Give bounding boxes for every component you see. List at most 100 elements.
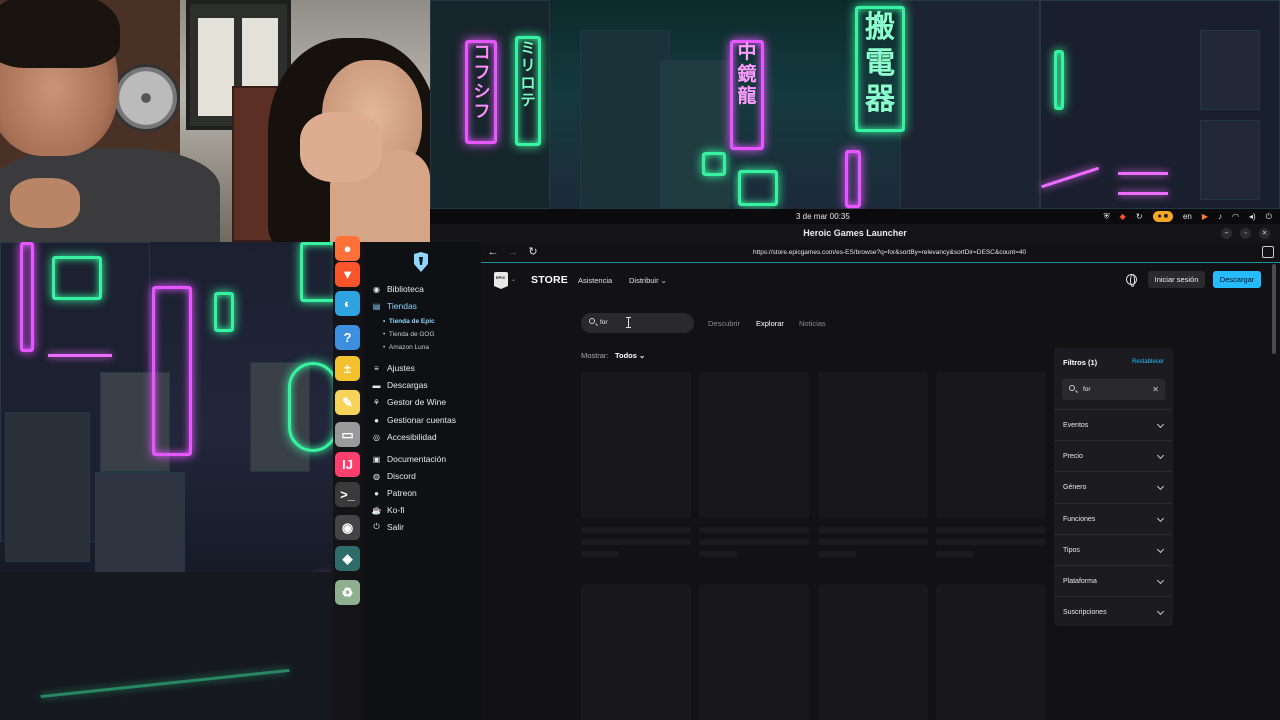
webcam-fan bbox=[112, 64, 180, 132]
shield-icon[interactable]: ⛨ bbox=[1104, 212, 1110, 222]
user-icon: ● bbox=[374, 415, 379, 425]
brave-icon[interactable]: ▼ bbox=[335, 262, 360, 287]
game-card-placeholder[interactable] bbox=[699, 372, 809, 519]
show-dropdown[interactable]: Todos ⌄ bbox=[615, 351, 645, 360]
store-link-0[interactable]: • Tienda de Epic bbox=[383, 318, 435, 325]
nav-distribute-link[interactable]: Distribuir ⌄ bbox=[629, 276, 667, 285]
heroic-icon[interactable]: ◆ bbox=[335, 546, 360, 571]
sidebar-item-salir[interactable]: ⏻ Salir bbox=[372, 520, 404, 534]
filter-row-suscripciones[interactable]: Suscripciones bbox=[1054, 596, 1173, 627]
store-link-2[interactable]: • Amazon Luna bbox=[383, 344, 429, 351]
mic-icon[interactable]: ♪ bbox=[1218, 212, 1222, 221]
store-link-1[interactable]: • Tienda de GOG bbox=[383, 331, 435, 338]
sidebar-item-gestor-de-wine[interactable]: ⚘ Gestor de Wine bbox=[372, 395, 446, 409]
search-value: for bbox=[600, 319, 608, 326]
sidebar-item-ko-fi[interactable]: ☕ Ko-fi bbox=[372, 503, 405, 517]
power-menu-icon[interactable]: ⏻ bbox=[1266, 212, 1272, 222]
recording-pill[interactable]: ● ■ bbox=[1152, 211, 1173, 222]
clear-icon[interactable]: ✕ bbox=[1152, 379, 1159, 400]
nav-support-link[interactable]: Asistencia bbox=[578, 276, 612, 285]
game-card-placeholder[interactable] bbox=[936, 372, 1046, 519]
forward-button[interactable]: → bbox=[506, 245, 520, 259]
maximize-button[interactable]: ▫ bbox=[1240, 228, 1251, 239]
trash-icon[interactable]: ♻ bbox=[335, 580, 360, 605]
terminal-icon[interactable]: >_ bbox=[335, 482, 360, 507]
power-icon: ⏻ bbox=[373, 522, 380, 531]
sidebar-item-label: Descargas bbox=[387, 380, 428, 390]
text-placeholder bbox=[581, 539, 691, 545]
sidebar-item-ajustes[interactable]: ≡ Ajustes bbox=[372, 361, 415, 375]
store-search-input[interactable]: for bbox=[581, 313, 694, 333]
game-card-placeholder[interactable] bbox=[581, 584, 691, 720]
system-top-bar: 3 de mar 00:35 ⛨ ◆ ↻ ● ■ en ▶ ♪ ◠ ◂) ⏻ bbox=[430, 209, 1280, 224]
obs-icon[interactable]: ◉ bbox=[335, 515, 360, 540]
filter-row-plataforma[interactable]: Plataforma bbox=[1054, 565, 1173, 596]
language-indicator[interactable]: en bbox=[1183, 212, 1192, 221]
files-icon[interactable]: ▭ bbox=[335, 422, 360, 447]
game-card-placeholder[interactable] bbox=[581, 372, 691, 519]
accessibility-icon: ◎ bbox=[373, 432, 380, 442]
wallpaper-left bbox=[0, 242, 333, 720]
brave-tray-icon[interactable]: ◆ bbox=[1120, 212, 1126, 221]
tab-discover[interactable]: Descubrir bbox=[708, 319, 740, 328]
filter-row-eventos[interactable]: Eventos bbox=[1054, 409, 1173, 440]
scrollbar[interactable] bbox=[1272, 264, 1276, 354]
globe-icon[interactable] bbox=[1126, 274, 1137, 287]
edge-icon[interactable]: ◐ bbox=[335, 291, 360, 316]
heroic-logo-icon[interactable] bbox=[413, 252, 429, 272]
filter-row-label: Eventos bbox=[1063, 422, 1089, 429]
window-titlebar[interactable]: Heroic Games Launcher – ▫ × bbox=[430, 224, 1280, 243]
sidebar-item-discord[interactable]: ◍ Discord bbox=[372, 469, 416, 483]
webcam-person-left-hair bbox=[0, 0, 120, 68]
refresh-icon[interactable]: ↻ bbox=[1136, 212, 1143, 221]
wallpaper-top: コフシフ ミリロテ 中 鏡 龍 搬 電 器 bbox=[430, 0, 1280, 209]
intellij-icon[interactable]: IJ bbox=[335, 452, 360, 477]
sidebar-item-documentación[interactable]: ▣ Documentación bbox=[372, 452, 446, 466]
filter-row-género[interactable]: Género bbox=[1054, 471, 1173, 502]
chevron-down-icon[interactable]: ⌄ bbox=[511, 276, 516, 283]
back-button[interactable]: ← bbox=[486, 245, 500, 259]
sidebar-item-descargas[interactable]: ▬ Descargas bbox=[372, 378, 428, 392]
calculator-icon[interactable]: ± bbox=[335, 356, 360, 381]
store-link-label: Tienda de Epic bbox=[388, 318, 435, 325]
sidebar-item-label: Ko-fi bbox=[387, 505, 405, 515]
sidebar-item-tiendas[interactable]: ▤ Tiendas bbox=[372, 299, 417, 313]
store-link[interactable]: STORE bbox=[531, 274, 568, 286]
text-placeholder bbox=[818, 539, 928, 545]
signin-button[interactable]: Iniciar sesión bbox=[1148, 271, 1205, 288]
help-icon[interactable]: ? bbox=[335, 325, 360, 350]
tab-browse[interactable]: Explorar bbox=[756, 319, 784, 328]
open-external-icon[interactable] bbox=[1262, 246, 1274, 258]
text-placeholder bbox=[699, 551, 737, 557]
filter-row-label: Suscripciones bbox=[1063, 609, 1107, 617]
webcam-person-right-hand bbox=[300, 112, 382, 182]
filter-row-tipos[interactable]: Tipos bbox=[1054, 533, 1173, 565]
game-card-placeholder[interactable] bbox=[936, 584, 1046, 720]
filter-row-funciones[interactable]: Funciones bbox=[1054, 502, 1173, 534]
clock[interactable]: 3 de mar 00:35 bbox=[796, 209, 850, 224]
sidebar-item-biblioteca[interactable]: ◉ Biblioteca bbox=[372, 282, 424, 296]
wifi-icon[interactable]: ◠ bbox=[1232, 212, 1239, 221]
game-card-placeholder[interactable] bbox=[818, 372, 928, 519]
filter-search-value: for bbox=[1083, 386, 1091, 393]
sidebar-item-accesibilidad[interactable]: ◎ Accesibilidad bbox=[372, 430, 437, 444]
firefox-icon[interactable]: ● bbox=[335, 236, 360, 261]
close-button[interactable]: × bbox=[1259, 228, 1270, 239]
minimize-button[interactable]: – bbox=[1221, 228, 1232, 239]
sidebar-item-patreon[interactable]: ● Patreon bbox=[372, 486, 417, 500]
sidebar-item-gestionar-cuentas[interactable]: ● Gestionar cuentas bbox=[372, 413, 456, 427]
filter-row-label: Precio bbox=[1063, 453, 1083, 461]
volume-icon[interactable]: ◂) bbox=[1249, 212, 1256, 221]
download-button[interactable]: Descargar bbox=[1213, 271, 1261, 288]
filter-row-precio[interactable]: Precio bbox=[1054, 440, 1173, 471]
game-card-placeholder[interactable] bbox=[699, 584, 809, 720]
system-tray[interactable]: ⛨ ◆ ↻ ● ■ en ▶ ♪ ◠ ◂) ⏻ bbox=[1104, 209, 1272, 224]
game-card-placeholder[interactable] bbox=[818, 584, 928, 720]
tab-news[interactable]: Noticias bbox=[799, 319, 826, 328]
filter-search-input[interactable]: for ✕ bbox=[1062, 379, 1165, 400]
reset-filters-link[interactable]: Restablecer bbox=[1132, 359, 1164, 365]
url-text[interactable]: https://store.epicgames.com/es-ES/browse… bbox=[753, 242, 1026, 263]
text-editor-icon[interactable]: ✎ bbox=[335, 390, 360, 415]
camera-icon[interactable]: ▶ bbox=[1202, 212, 1208, 221]
reload-button[interactable]: ↻ bbox=[526, 245, 540, 259]
